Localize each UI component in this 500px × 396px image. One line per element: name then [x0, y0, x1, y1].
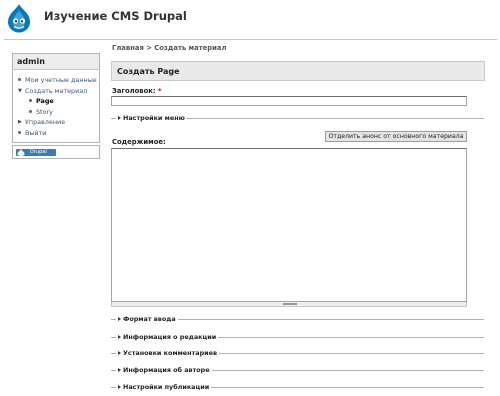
menu-item-logout[interactable]: Выйти: [18, 128, 99, 139]
fieldset-label: Формат ввода: [123, 315, 176, 323]
triangle-right-icon: [118, 116, 121, 120]
fieldset-legend[interactable]: Настройки публикации: [116, 382, 212, 392]
drupal-logo-icon[interactable]: [6, 3, 32, 33]
triangle-right-icon: [118, 385, 121, 389]
menu-item-my-account[interactable]: Мои учетные данные: [18, 75, 99, 86]
menu-item-label: Создать материал: [25, 86, 88, 95]
powered-by-block: Drupal: [12, 145, 100, 159]
menu-item-page[interactable]: Page: [18, 96, 99, 107]
triangle-right-icon: ▶: [18, 119, 22, 125]
bullet-icon: [29, 96, 36, 107]
split-summary-button[interactable]: Отделить анонс от основного материала: [325, 131, 467, 142]
fieldset-legend[interactable]: Настройки меню: [116, 113, 187, 123]
fieldset-legend[interactable]: Установки комментариев: [116, 348, 219, 358]
bullet-icon: [18, 75, 25, 86]
bullet-icon: [29, 107, 36, 118]
site-header: Изучение CMS Drupal: [0, 0, 500, 36]
triangle-right-icon: [118, 335, 121, 339]
fieldset-label: Установки комментариев: [123, 349, 217, 357]
fieldset-legend[interactable]: Формат ввода: [116, 314, 178, 324]
body-textarea[interactable]: [111, 148, 467, 302]
menu-item-label: Мои учетные данные: [25, 76, 97, 84]
fieldset-label: Настройки меню: [123, 114, 185, 122]
triangle-right-icon: [118, 368, 121, 372]
grip-icon: [283, 303, 297, 305]
header-divider: [4, 39, 497, 40]
triangle-right-icon: [118, 317, 121, 321]
fieldset-legend[interactable]: Информация об авторе: [116, 365, 212, 375]
menu-item-label: Page: [36, 97, 54, 105]
sidebar: admin Мои учетные данные ▼ Создать матер…: [12, 53, 100, 143]
bullet-icon: [18, 128, 25, 139]
title-label-text: Заголовок:: [112, 87, 156, 95]
powered-by-label: Drupal: [30, 149, 47, 155]
required-marker: *: [157, 87, 162, 95]
breadcrumb[interactable]: Главная > Создать материал: [112, 44, 226, 52]
title-input[interactable]: [111, 96, 467, 106]
page-title: Создать Page: [117, 67, 180, 76]
comment-settings-fieldset[interactable]: Установки комментариев: [111, 348, 484, 358]
drupal-drop-icon: [17, 149, 25, 156]
fieldset-legend[interactable]: Информация о редакции: [116, 332, 219, 342]
input-format-fieldset[interactable]: Формат ввода: [111, 314, 484, 324]
page-title-bar: Создать Page: [111, 61, 485, 81]
navigation-menu: Мои учетные данные ▼ Создать материал Pa…: [13, 70, 99, 142]
fieldset-label: Настройки публикации: [123, 383, 210, 391]
title-label: Заголовок: *: [112, 87, 162, 95]
menu-item-administer[interactable]: ▶ Управление: [18, 117, 99, 128]
body-label: Содержимое:: [112, 138, 166, 146]
menu-item-label: Выйти: [25, 128, 47, 137]
fieldset-label: Информация об авторе: [123, 366, 210, 374]
revision-info-fieldset[interactable]: Информация о редакции: [111, 332, 484, 342]
fieldset-label: Информация о редакции: [123, 333, 217, 341]
textarea-resize-handle[interactable]: [111, 302, 467, 307]
triangle-down-icon: ▼: [18, 87, 22, 94]
author-info-fieldset[interactable]: Информация об авторе: [111, 365, 484, 375]
menu-item-label: Управление: [25, 118, 66, 126]
user-menu-block: admin Мои учетные данные ▼ Создать матер…: [12, 53, 100, 143]
publishing-options-fieldset[interactable]: Настройки публикации: [111, 382, 484, 392]
menu-item-story[interactable]: Story: [18, 107, 99, 118]
triangle-right-icon: [118, 351, 121, 355]
menu-item-create-content[interactable]: ▼ Создать материал: [18, 86, 99, 97]
menu-item-label: Story: [36, 107, 53, 116]
menu-settings-fieldset[interactable]: Настройки меню: [111, 113, 484, 123]
site-name[interactable]: Изучение CMS Drupal: [44, 9, 187, 23]
block-title: admin: [13, 54, 99, 70]
